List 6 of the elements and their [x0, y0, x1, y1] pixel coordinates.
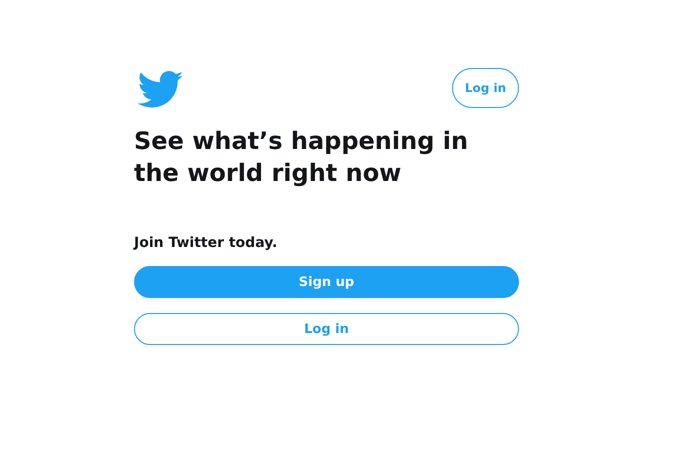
login-button[interactable]: Log in — [134, 313, 519, 345]
signup-button[interactable]: Sign up — [134, 266, 519, 298]
login-button[interactable]: Log in — [452, 68, 519, 108]
join-text: Join Twitter today. — [134, 235, 278, 251]
headline: See what’s happening in the world right now — [134, 126, 470, 189]
bird-icon — [137, 71, 185, 109]
